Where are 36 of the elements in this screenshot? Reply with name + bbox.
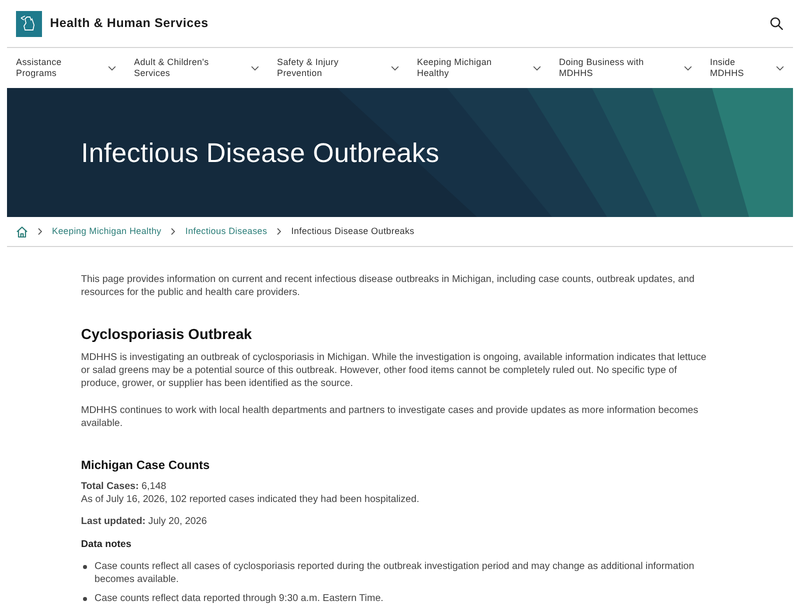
bullet-icon	[83, 597, 86, 600]
chevron-down-icon	[684, 66, 692, 70]
home-icon[interactable]	[16, 226, 28, 238]
chevron-down-icon	[108, 66, 116, 70]
list-item-text: Case counts reflect all cases of cyclosporiasis reported during the outbreak investigation period and may change as additional information becomes available.	[94, 560, 696, 586]
breadcrumb-current: Infectious Disease Outbreaks	[291, 224, 414, 238]
chevron-right-icon	[277, 228, 282, 235]
paragraph: Last updated: July 20, 2026	[81, 515, 208, 528]
chevron-down-icon	[533, 66, 541, 70]
chevron-down-icon	[391, 66, 399, 70]
notes-label: Data notes	[81, 538, 132, 551]
nav-menu-item[interactable]: Assistance Programs	[16, 57, 116, 79]
text-line: Total Cases: 6,148	[81, 480, 168, 493]
chevron-right-icon	[38, 228, 42, 235]
bullet-icon	[83, 565, 86, 568]
nav-menu-item[interactable]: Inside MDHHS	[710, 57, 784, 79]
paragraph: MDHHS is investigating an outbreak of cyclosporiasis in Michigan. While the investigation is ongoing, available information indicates that lettuce or salad greens may be a potential source of this outbreak. However, other food items cannot be completely ruled out. No specific type of produce, grower, or supplier has been identified as the source.	[81, 351, 708, 390]
nav-menu-item[interactable]: Safety & Injury Prevention	[277, 57, 399, 79]
logo-icon[interactable]	[16, 10, 42, 36]
nav-menu-item[interactable]: Keeping Michigan Healthy	[417, 57, 541, 79]
breadcrumb-link[interactable]: Infectious Diseases	[185, 224, 268, 238]
chevron-down-icon	[776, 66, 784, 70]
page-title: Infectious Disease Outbreaks	[81, 136, 440, 168]
search-icon[interactable]	[770, 17, 783, 30]
chevron-right-icon	[171, 228, 176, 235]
chevron-down-icon	[251, 66, 259, 70]
paragraph: This page provides information on current and recent infectious disease outbreaks in Michigan, including case counts, outbreak updates, and resources for the public and health care providers.	[81, 273, 696, 299]
breadcrumb-link[interactable]: Keeping Michigan Healthy	[52, 224, 162, 238]
paragraph: MDHHS continues to work with local health departments and partners to investigate cases and provide updates as more information becomes available.	[81, 404, 700, 430]
site-title[interactable]: Health & Human Services	[50, 14, 208, 33]
subsection-heading: Michigan Case Counts	[81, 457, 211, 473]
nav-menu-item[interactable]: Doing Business with MDHHS	[559, 57, 692, 79]
section-heading: Cyclosporiasis Outbreak	[81, 326, 253, 344]
list-item-text: Case counts reflect data reported through 9:30 a.m. Eastern Time.	[94, 592, 384, 605]
nav-menu-item[interactable]: Adult & Children's Services	[134, 57, 259, 79]
text-line: As of July 16, 2026, 102 reported cases indicated they had been hospitalized.	[81, 493, 420, 506]
